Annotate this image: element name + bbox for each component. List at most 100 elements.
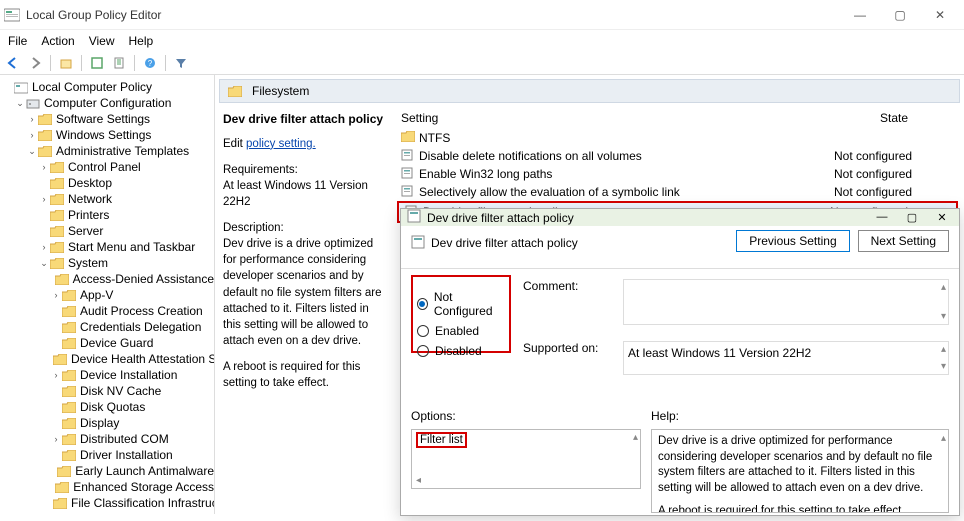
menu-action[interactable]: Action xyxy=(41,34,74,48)
tree-di[interactable]: ›Device Installation xyxy=(0,367,214,383)
tree-dp[interactable]: ›Display xyxy=(0,415,214,431)
dialog-maximize[interactable]: ▢ xyxy=(901,211,923,224)
previous-setting-button[interactable]: Previous Setting xyxy=(736,230,849,252)
scroll-up-icon[interactable]: ▴ xyxy=(941,282,946,293)
menu-view[interactable]: View xyxy=(89,34,115,48)
description-label: Description: xyxy=(223,220,387,236)
list-row[interactable]: NTFS xyxy=(395,129,960,147)
scroll-up-icon[interactable]: ▴ xyxy=(633,432,638,443)
filter-list-label: Filter list xyxy=(416,432,467,448)
edit-prefix: Edit xyxy=(223,138,243,150)
requirements-label: Requirements: xyxy=(223,162,387,178)
category-title: Filesystem xyxy=(252,84,309,98)
menu-bar: File Action View Help xyxy=(0,30,964,52)
svg-text:?: ? xyxy=(148,59,153,68)
col-setting-header[interactable]: Setting xyxy=(401,111,834,125)
toolbar: ? xyxy=(0,52,964,75)
tree-dha[interactable]: ›Device Health Attestation S xyxy=(0,351,214,367)
tree-computer-config[interactable]: ⌄Computer Configuration xyxy=(0,95,214,111)
comment-textbox[interactable]: ▴ ▾ xyxy=(623,279,949,325)
tree-dq[interactable]: ›Disk Quotas xyxy=(0,399,214,415)
help-button[interactable]: ? xyxy=(141,54,159,72)
tree-fci[interactable]: ›File Classification Infrastruc xyxy=(0,495,214,511)
menu-help[interactable]: Help xyxy=(129,34,154,48)
radio-disabled[interactable]: Disabled xyxy=(417,341,505,361)
dialog-title: Dev drive filter attach policy xyxy=(427,211,871,225)
tree-system[interactable]: ⌄System xyxy=(0,255,214,271)
help-text-1: Dev drive is a drive optimized for perfo… xyxy=(658,434,942,496)
list-row[interactable]: Disable delete notifications on all volu… xyxy=(395,147,960,165)
tree-dg[interactable]: ›Device Guard xyxy=(0,335,214,351)
dialog-titlebar[interactable]: Dev drive filter attach policy — ▢ ✕ xyxy=(401,209,959,226)
detail-pane: Dev drive filter attach policy Edit poli… xyxy=(215,103,395,399)
tree-panel[interactable]: ▸Local Computer Policy ⌄Computer Configu… xyxy=(0,75,215,514)
tree-esa[interactable]: ›Enhanced Storage Access xyxy=(0,479,214,495)
help-text-2: A reboot is required for this setting to… xyxy=(658,504,942,513)
scroll-down-icon[interactable]: ▾ xyxy=(941,361,946,372)
tree-dnc[interactable]: ›Disk NV Cache xyxy=(0,383,214,399)
help-textbox: Dev drive is a drive optimized for perfo… xyxy=(651,429,949,513)
tree-cd[interactable]: ›Credentials Delegation xyxy=(0,319,214,335)
supported-text: At least Windows 11 Version 22H2 xyxy=(628,346,811,360)
scroll-left-icon[interactable]: ◂ xyxy=(416,475,421,486)
edit-policy-link[interactable]: policy setting. xyxy=(246,138,316,150)
filter-list-box[interactable]: Filter list ▴ ◂ xyxy=(411,429,641,489)
radio-not-configured[interactable]: Not Configured xyxy=(417,287,505,321)
list-row[interactable]: Enable Win32 long paths Not configured xyxy=(395,165,960,183)
dialog-close[interactable]: ✕ xyxy=(931,211,953,224)
close-button[interactable]: ✕ xyxy=(928,8,952,22)
back-button[interactable] xyxy=(4,54,22,72)
tree-appv[interactable]: ›App-V xyxy=(0,287,214,303)
policy-icon xyxy=(401,149,415,163)
tree-software-settings[interactable]: ›Software Settings xyxy=(0,111,214,127)
selected-policy-title: Dev drive filter attach policy xyxy=(223,111,387,128)
tree-ada[interactable]: ›Access-Denied Assistance xyxy=(0,271,214,287)
export-button[interactable] xyxy=(110,54,128,72)
tree-apc[interactable]: ›Audit Process Creation xyxy=(0,303,214,319)
maximize-button[interactable]: ▢ xyxy=(888,8,912,22)
scroll-up-icon[interactable]: ▴ xyxy=(941,432,946,446)
next-setting-button[interactable]: Next Setting xyxy=(858,230,949,252)
dialog-subtitle-row: Dev drive filter attach policy xyxy=(401,229,726,258)
up-button[interactable] xyxy=(57,54,75,72)
supported-textbox: At least Windows 11 Version 22H2 ▴ ▾ xyxy=(623,341,949,375)
radio-enabled[interactable]: Enabled xyxy=(417,321,505,341)
scroll-down-icon[interactable]: ▾ xyxy=(941,311,946,322)
forward-button[interactable] xyxy=(26,54,44,72)
category-header: Filesystem xyxy=(219,79,960,103)
options-label: Options: xyxy=(411,409,641,423)
app-icon xyxy=(4,7,20,23)
tree-dri[interactable]: ›Driver Installation xyxy=(0,447,214,463)
tree-start-menu[interactable]: ›Start Menu and Taskbar xyxy=(0,239,214,255)
tree-desktop[interactable]: ›Desktop xyxy=(0,175,214,191)
tree-fsc[interactable]: ›File Share Shadow Copy Pro xyxy=(0,511,214,514)
minimize-button[interactable]: — xyxy=(848,8,872,22)
tree-admin-templates[interactable]: ⌄Administrative Templates xyxy=(0,143,214,159)
separator xyxy=(81,55,82,71)
filter-button[interactable] xyxy=(172,54,190,72)
policy-icon xyxy=(401,167,415,181)
dialog-minimize[interactable]: — xyxy=(871,211,893,224)
policy-icon xyxy=(401,185,415,199)
requirements-text: At least Windows 11 Version 22H2 xyxy=(223,178,387,210)
separator xyxy=(134,55,135,71)
tree-windows-settings[interactable]: ›Windows Settings xyxy=(0,127,214,143)
folder-icon xyxy=(401,131,415,145)
help-label: Help: xyxy=(651,409,949,423)
tree-server[interactable]: ›Server xyxy=(0,223,214,239)
col-state-header[interactable]: State xyxy=(834,111,954,125)
list-row[interactable]: Selectively allow the evaluation of a sy… xyxy=(395,183,960,201)
tree-control-panel[interactable]: ›Control Panel xyxy=(0,159,214,175)
tree-printers[interactable]: ›Printers xyxy=(0,207,214,223)
reboot-text: A reboot is required for this setting to… xyxy=(223,359,387,391)
tree-network[interactable]: ›Network xyxy=(0,191,214,207)
tree-root[interactable]: ▸Local Computer Policy xyxy=(0,79,214,95)
policy-icon xyxy=(411,235,425,252)
menu-file[interactable]: File xyxy=(8,34,27,48)
window-controls: — ▢ ✕ xyxy=(848,8,960,22)
tree-ela[interactable]: ›Early Launch Antimalware xyxy=(0,463,214,479)
refresh-button[interactable] xyxy=(88,54,106,72)
folder-icon xyxy=(228,86,242,97)
tree-dc[interactable]: ›Distributed COM xyxy=(0,431,214,447)
scroll-up-icon[interactable]: ▴ xyxy=(941,344,946,355)
